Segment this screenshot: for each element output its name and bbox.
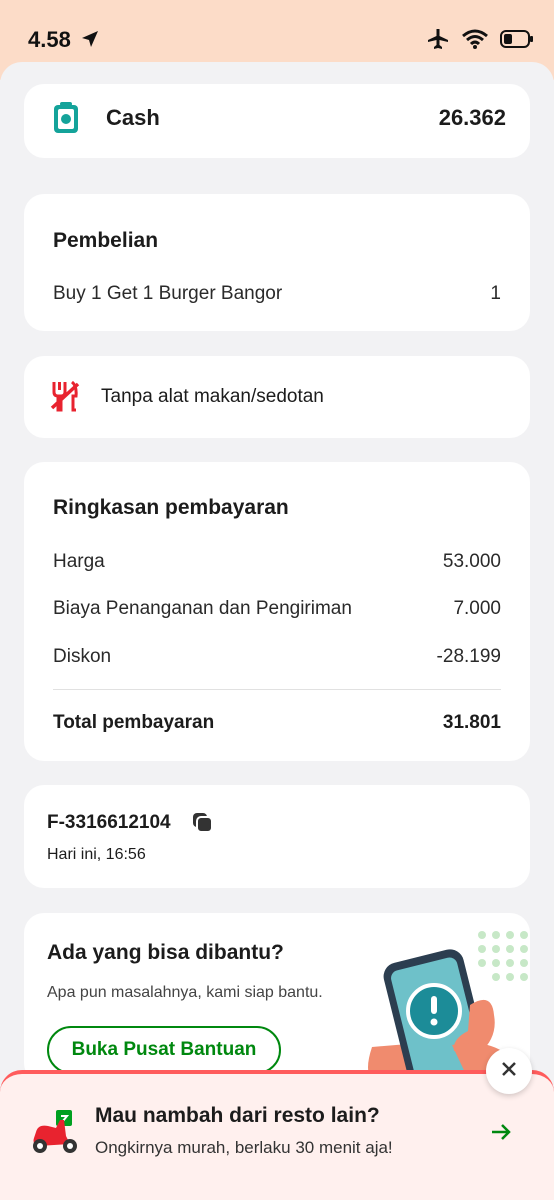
- summary-row: Diskon -28.199: [53, 646, 501, 668]
- promo-subtitle: Ongkirnya murah, berlaku 30 menit aja!: [95, 1138, 393, 1157]
- order-info-card: F-3316612104 Hari ini, 16:56: [24, 785, 530, 888]
- close-banner-button[interactable]: [486, 1048, 532, 1094]
- airplane-icon: [426, 28, 450, 55]
- payment-method-label: Cash: [106, 105, 160, 130]
- summary-row-value: 7.000: [453, 598, 501, 619]
- payment-summary-card: Ringkasan pembayaran Harga 53.000 Biaya …: [24, 462, 530, 761]
- help-center-button[interactable]: Buka Pusat Bantuan: [47, 1026, 281, 1074]
- close-icon: [500, 1060, 518, 1083]
- total-label: Total pembayaran: [53, 712, 215, 733]
- help-subtitle: Apa pun masalahnya, kami siap bantu.: [47, 984, 323, 1001]
- help-card: Ada yang bisa dibantu? Apa pun masalahny…: [24, 913, 530, 1083]
- summary-row-value: -28.199: [436, 646, 501, 667]
- purchase-item: Buy 1 Get 1 Burger Bangor 1: [53, 283, 501, 305]
- summary-row-value: 53.000: [442, 551, 501, 572]
- order-time: Hari ini, 16:56: [47, 846, 146, 863]
- promo-banner[interactable]: Mau nambah dari resto lain? Ongkirnya mu…: [0, 1070, 554, 1200]
- purchase-item-name: Buy 1 Get 1 Burger Bangor: [53, 283, 283, 304]
- total-value: 31.801: [442, 712, 501, 733]
- payment-amount: 26.362: [438, 105, 506, 130]
- payment-method-card: Cash 26.362: [24, 84, 530, 158]
- arrow-right-icon[interactable]: [490, 1122, 512, 1147]
- scooter-icon: [26, 1106, 82, 1161]
- purchase-title: Pembelian: [53, 229, 159, 252]
- cutlery-label: Tanpa alat makan/sedotan: [101, 386, 324, 407]
- summary-row-label: Biaya Penanganan dan Pengiriman: [53, 598, 352, 619]
- purchase-card: Pembelian Buy 1 Get 1 Burger Bangor 1: [24, 194, 530, 331]
- summary-row: Harga 53.000: [53, 551, 501, 573]
- summary-row-label: Diskon: [53, 646, 112, 667]
- order-id: F-3316612104: [47, 812, 171, 833]
- summary-divider: [53, 689, 501, 690]
- status-icons: [426, 28, 534, 55]
- summary-title: Ringkasan pembayaran: [53, 496, 289, 519]
- location-arrow-icon: [80, 29, 100, 54]
- no-cutlery-icon: [50, 380, 80, 417]
- cutlery-card[interactable]: Tanpa alat makan/sedotan: [24, 356, 530, 438]
- summary-row: Biaya Penanganan dan Pengiriman 7.000: [53, 598, 501, 620]
- wifi-icon: [462, 29, 488, 54]
- summary-row-label: Harga: [53, 551, 105, 572]
- cash-icon: [51, 101, 81, 140]
- purchase-item-qty: 1: [490, 283, 501, 304]
- status-time: 4.58: [28, 27, 71, 52]
- battery-icon: [500, 30, 534, 53]
- help-title: Ada yang bisa dibantu?: [47, 941, 284, 964]
- copy-icon[interactable]: [192, 812, 214, 839]
- summary-total-row: Total pembayaran 31.801: [53, 712, 501, 734]
- promo-title: Mau nambah dari resto lain?: [95, 1104, 380, 1127]
